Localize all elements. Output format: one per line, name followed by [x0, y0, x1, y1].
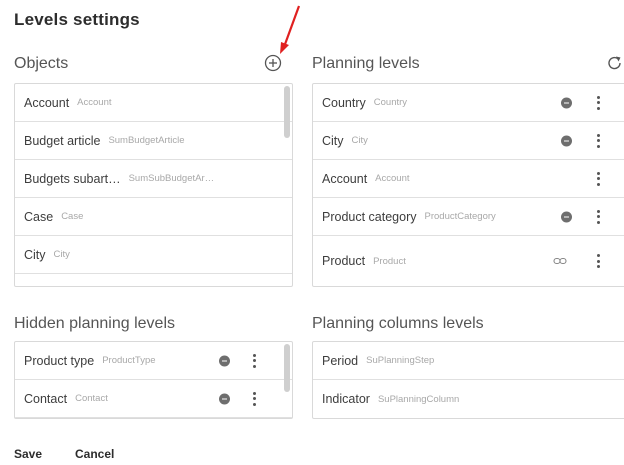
- level-code: ProductType: [102, 355, 156, 366]
- planning-levels-title: Planning levels: [312, 55, 420, 72]
- save-button[interactable]: Save: [14, 447, 42, 461]
- level-name: Product category: [322, 209, 417, 224]
- list-item[interactable]: Product type ProductType: [15, 342, 292, 380]
- more-options-icon[interactable]: [252, 391, 256, 406]
- level-code: City: [351, 135, 368, 146]
- object-name: Account: [24, 95, 70, 110]
- list-item[interactable]: Period SuPlanningStep: [313, 342, 624, 380]
- level-code: SuPlanningStep: [366, 355, 435, 366]
- level-code: Account: [375, 173, 410, 184]
- list-item[interactable]: Case Case: [15, 198, 292, 236]
- refresh-icon: [608, 56, 621, 70]
- level-name: Indicator: [322, 392, 370, 406]
- level-name: Account: [322, 171, 368, 186]
- objects-title: Objects: [14, 55, 69, 72]
- level-code: Country: [373, 97, 408, 108]
- cancel-button[interactable]: Cancel: [75, 447, 114, 461]
- remove-level-button[interactable]: [561, 97, 572, 108]
- level-name: Contact: [24, 391, 68, 406]
- more-options-icon[interactable]: [596, 171, 600, 186]
- objects-list[interactable]: Account Account Budget article SumBudget…: [14, 83, 293, 287]
- columns-levels-title: Planning columns levels: [312, 315, 484, 332]
- link-button[interactable]: [553, 256, 567, 266]
- link-icon: [553, 257, 567, 265]
- add-object-button[interactable]: [264, 54, 282, 77]
- more-options-icon[interactable]: [596, 95, 600, 110]
- list-item[interactable]: Account Account: [15, 84, 292, 122]
- list-item[interactable]: Country Country: [313, 84, 624, 122]
- list-item[interactable]: City City: [313, 122, 624, 160]
- object-name: Budgets subart…: [24, 171, 121, 186]
- level-name: Country: [322, 95, 366, 110]
- remove-level-button[interactable]: [561, 211, 572, 222]
- hidden-levels-list[interactable]: Product type ProductType Contact Contact: [14, 341, 293, 419]
- list-item[interactable]: Product Product: [313, 236, 624, 286]
- level-code: ProductCategory: [424, 211, 496, 222]
- list-item[interactable]: City City: [15, 236, 292, 274]
- objects-scrollbar[interactable]: [284, 86, 290, 138]
- refresh-button[interactable]: [606, 54, 624, 77]
- hidden-levels-scrollbar[interactable]: [284, 344, 290, 392]
- object-name: Budget article: [24, 133, 101, 148]
- object-code: SumSubBudgetAr…: [128, 173, 215, 184]
- annotation-arrow: [280, 5, 301, 54]
- level-name: Product type: [24, 353, 95, 368]
- list-item[interactable]: Indicator SuPlanningColumn: [313, 380, 624, 418]
- remove-level-button[interactable]: [561, 135, 572, 146]
- object-code: SumBudgetArticle: [108, 135, 185, 146]
- columns-levels-list[interactable]: Period SuPlanningStep Indicator SuPlanni…: [312, 341, 624, 419]
- list-item[interactable]: Account Account: [313, 160, 624, 198]
- page-title: Levels settings: [14, 10, 140, 29]
- list-item[interactable]: Product category ProductCategory: [313, 198, 624, 236]
- level-code: Contact: [75, 393, 108, 404]
- list-item[interactable]: Contact Contact: [15, 380, 292, 418]
- remove-level-button[interactable]: [219, 393, 230, 404]
- more-options-icon[interactable]: [596, 209, 600, 224]
- level-code: Product: [373, 255, 406, 267]
- list-item[interactable]: Budgets subart… SumSubBudgetAr…: [15, 160, 292, 198]
- object-code: Account: [77, 97, 112, 108]
- more-options-icon[interactable]: [596, 254, 600, 268]
- plus-circle-icon: [264, 54, 282, 72]
- level-name: Product: [322, 254, 366, 268]
- object-name: Case: [24, 209, 54, 224]
- level-code: SuPlanningColumn: [377, 393, 460, 405]
- hidden-levels-title: Hidden planning levels: [14, 315, 175, 332]
- object-name: City: [24, 247, 46, 262]
- level-name: City: [322, 133, 344, 148]
- object-code: City: [53, 249, 70, 260]
- more-options-icon[interactable]: [596, 133, 600, 148]
- remove-level-button[interactable]: [219, 355, 230, 366]
- level-name: Period: [322, 353, 359, 368]
- list-item[interactable]: Budget article SumBudgetArticle: [15, 122, 292, 160]
- more-options-icon[interactable]: [252, 353, 256, 368]
- object-code: Case: [61, 211, 84, 222]
- planning-levels-list[interactable]: Country Country City City Account Accoun…: [312, 83, 624, 287]
